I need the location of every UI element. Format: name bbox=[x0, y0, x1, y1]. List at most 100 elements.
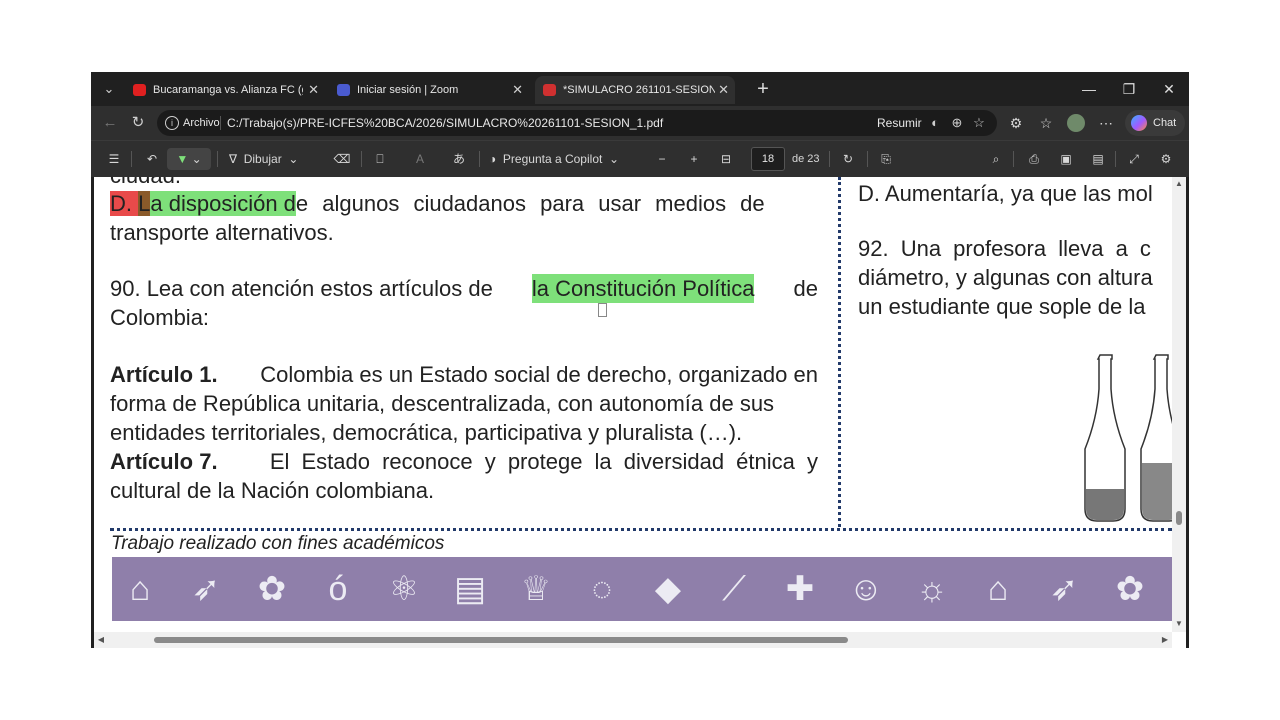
student-icon: ☺ bbox=[848, 570, 884, 608]
fit-page-icon[interactable]: ⊟ bbox=[715, 148, 737, 170]
horizontal-scroll-thumb[interactable] bbox=[154, 637, 848, 643]
articulo-1-label: Artículo 1. bbox=[110, 362, 218, 387]
tab-actions-menu-icon[interactable]: ⌄ bbox=[99, 79, 119, 99]
summarize-icon[interactable]: ◐ bbox=[925, 113, 945, 133]
puzzle-icon: ✚ bbox=[785, 570, 815, 608]
bottles-illustration bbox=[1084, 354, 1172, 522]
horizontal-scrollbar[interactable]: ◀ ▶ bbox=[94, 632, 1172, 648]
brain-icon: ✿ bbox=[1115, 570, 1145, 608]
question-92-line2: diámetro, y algunas con altura bbox=[858, 265, 1153, 290]
highlighter-icon: ▼ bbox=[176, 152, 189, 166]
save-icon[interactable]: ▣ bbox=[1055, 148, 1077, 170]
info-icon[interactable]: i bbox=[165, 116, 179, 130]
close-tab-icon[interactable]: ✕ bbox=[718, 76, 729, 104]
eraser-icon[interactable]: ⌫ bbox=[331, 148, 353, 170]
favorites-icon[interactable]: ☆ bbox=[1035, 112, 1057, 134]
tab-bucaramanga[interactable]: Bucaramanga vs. Alianza FC (goles ✕ bbox=[125, 76, 325, 104]
tab-simulacro[interactable]: *SIMULACRO 261101-SESION_1.pd ✕ bbox=[535, 76, 735, 104]
address-bar[interactable]: i Archivo C:/Trabajo(s)/PRE-ICFES%20BCA/… bbox=[157, 110, 997, 136]
articulo-1-text: Colombia es un Estado social de derecho,… bbox=[260, 362, 818, 387]
new-tab-icon[interactable]: + bbox=[751, 77, 775, 101]
contents-icon[interactable]: ☰ bbox=[103, 148, 125, 170]
reload-icon[interactable]: ↻ bbox=[127, 112, 149, 134]
read-aloud-icon[interactable]: あ bbox=[447, 148, 471, 170]
page-count: de 23 bbox=[792, 153, 820, 165]
ask-copilot-button[interactable]: ◑ Pregunta a Copilot ⌄ bbox=[489, 148, 635, 170]
settings-icon[interactable]: ⚙ bbox=[1155, 148, 1177, 170]
chat-label: Chat bbox=[1153, 117, 1177, 129]
text-size-icon[interactable]: A bbox=[409, 148, 431, 170]
url-text[interactable]: C:/Trabajo(s)/PRE-ICFES%20BCA/2026/SIMUL… bbox=[227, 110, 663, 136]
question-90: 90. Lea con atención estos artículos de … bbox=[110, 274, 818, 303]
articulo-1-line3: entidades territoriales, democrática, pa… bbox=[110, 420, 743, 445]
fullscreen-icon[interactable]: ⤢ bbox=[1123, 148, 1145, 170]
chat-bubbles-icon: ◌ bbox=[591, 570, 613, 608]
toolbar-divider bbox=[217, 151, 218, 167]
draw-label: Dibujar bbox=[243, 152, 282, 166]
pdf-page: ciudad. D. La disposición de algunos ciu… bbox=[94, 177, 1172, 632]
minimize-icon[interactable]: — bbox=[1069, 76, 1109, 102]
close-window-icon[interactable]: ✕ bbox=[1149, 76, 1189, 102]
text-box-icon[interactable]: ⎕ bbox=[369, 148, 391, 170]
option-d-text: D. La disposición de algunos ciudadanos … bbox=[110, 189, 765, 218]
scroll-down-icon[interactable]: ▼ bbox=[1174, 619, 1184, 629]
draw-button[interactable]: ∇ Dibujar ⌄ bbox=[229, 148, 321, 170]
zoom-out-icon[interactable]: − bbox=[651, 148, 673, 170]
youtube-icon bbox=[133, 84, 146, 96]
scroll-left-icon[interactable]: ◀ bbox=[96, 635, 106, 645]
draw-pen-icon: ∇ bbox=[229, 152, 238, 166]
browser-window: ⌄ Bucaramanga vs. Alianza FC (goles ✕ In… bbox=[91, 72, 1189, 648]
text-cursor bbox=[598, 303, 607, 317]
zoom-icon bbox=[337, 84, 350, 96]
copilot-icon bbox=[1131, 115, 1147, 131]
articulo-1-line2: forma de República unitaria, descentrali… bbox=[110, 391, 775, 416]
vertical-scrollbar[interactable]: ▲ ▼ bbox=[1172, 177, 1186, 632]
tab-label: *SIMULACRO 261101-SESION_1.pd bbox=[563, 84, 715, 96]
tab-zoom[interactable]: Iniciar sesión | Zoom ✕ bbox=[329, 76, 529, 104]
undo-icon[interactable]: ↶ bbox=[141, 148, 163, 170]
rotate-icon[interactable]: ↻ bbox=[837, 148, 859, 170]
rocket-icon: ➶ bbox=[191, 570, 221, 608]
tab-label: Bucaramanga vs. Alianza FC (goles bbox=[153, 84, 303, 96]
pdf-viewer[interactable]: ciudad. D. La disposición de algunos ciu… bbox=[94, 177, 1186, 648]
zoom-icon[interactable]: ⊕ bbox=[947, 113, 967, 133]
graduation-cap-icon: ◆ bbox=[654, 570, 682, 608]
vertical-scroll-thumb[interactable] bbox=[1176, 511, 1182, 525]
bottle-2-liquid bbox=[1142, 463, 1172, 520]
summarize-button[interactable]: Resumir bbox=[877, 110, 922, 136]
school-icon: ⌂ bbox=[987, 570, 1009, 608]
close-tab-icon[interactable]: ✕ bbox=[308, 76, 319, 104]
highlight-l: L bbox=[138, 191, 151, 216]
print-icon[interactable]: ⎙ bbox=[1023, 148, 1045, 170]
articulo-7-line1: Artículo 7. El Estado reconoce y protege… bbox=[110, 447, 818, 476]
favorite-star-icon[interactable]: ☆ bbox=[969, 113, 989, 133]
scroll-right-icon[interactable]: ▶ bbox=[1160, 635, 1170, 645]
profile-avatar[interactable] bbox=[1067, 114, 1085, 132]
apple-icon: ó bbox=[328, 570, 348, 608]
chip-divider bbox=[220, 116, 221, 130]
toolbar-divider bbox=[131, 151, 132, 167]
page-view-icon[interactable]: ⎘ bbox=[875, 148, 897, 170]
option-d-letter: D. bbox=[110, 191, 132, 216]
toolbar-divider bbox=[479, 151, 480, 167]
more-options-icon[interactable]: ⋯ bbox=[1095, 112, 1117, 134]
close-tab-icon[interactable]: ✕ bbox=[512, 76, 523, 104]
extensions-icon[interactable]: ⚙ bbox=[1005, 112, 1027, 134]
question-92-line3: un estudiante que sople de la bbox=[858, 294, 1146, 319]
zoom-in-icon[interactable]: + bbox=[683, 148, 705, 170]
page-number-input[interactable]: 18 bbox=[751, 147, 785, 171]
scroll-up-icon[interactable]: ▲ bbox=[1174, 179, 1184, 189]
copilot-chat-button[interactable]: Chat bbox=[1125, 110, 1185, 136]
restore-icon[interactable]: ❐ bbox=[1109, 76, 1149, 102]
q90-text-a: 90. Lea con atención estos artículos de bbox=[110, 276, 493, 301]
highlight-tool-button[interactable]: ▼ ⌄ bbox=[167, 148, 211, 170]
highlight-constitucion: la Constitución Política bbox=[531, 274, 755, 303]
save-as-icon[interactable]: ▤ bbox=[1087, 148, 1109, 170]
toolbar-divider bbox=[1013, 151, 1014, 167]
back-icon[interactable]: ← bbox=[99, 112, 121, 134]
search-icon[interactable]: ⌕ bbox=[985, 148, 1007, 170]
articulo-7-label: Artículo 7. bbox=[110, 449, 218, 474]
toolbar-divider bbox=[867, 151, 868, 167]
question-92-line1: 92. Una profesora lleva a c bbox=[858, 236, 1151, 261]
articulo-7-text: El Estado reconoce y protege la diversid… bbox=[269, 449, 818, 474]
